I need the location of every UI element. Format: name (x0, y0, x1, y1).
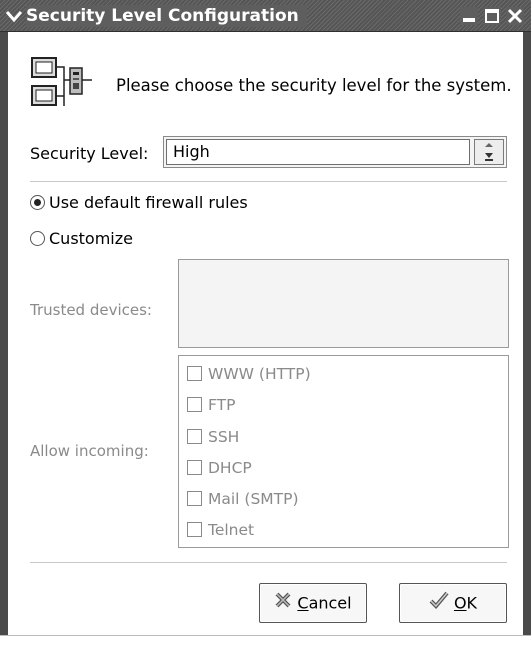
checkbox[interactable] (187, 491, 202, 506)
checkbox[interactable] (187, 397, 202, 412)
ok-mnemonic: O (453, 593, 467, 613)
checkbox[interactable] (187, 522, 202, 537)
checkbox[interactable] (187, 366, 202, 381)
cancel-mnemonic: C (297, 593, 309, 613)
checkbox-www-http-label: WWW (HTTP) (208, 364, 311, 383)
checkbox-dhcp[interactable]: DHCP (187, 457, 252, 477)
separator-top (30, 181, 507, 183)
radio-customize-label: Customize (49, 228, 133, 248)
ok-label: K (466, 593, 478, 613)
window-bottom-edge (0, 635, 531, 646)
cancel-label: ancel (308, 593, 352, 613)
checkbox-telnet[interactable]: Telnet (187, 519, 254, 539)
trusted-devices-label: Trusted devices: (30, 301, 152, 319)
radio-default-firewall-label: Use default firewall rules (49, 192, 248, 212)
cancel-button[interactable]: Cancel (259, 583, 367, 623)
dialog-content: Please choose the security level for the… (8, 32, 523, 636)
security-level-value[interactable]: High (166, 139, 470, 165)
trusted-devices-list (178, 259, 509, 348)
close-icon[interactable] (506, 7, 524, 25)
radio-customize[interactable]: Customize (30, 228, 133, 248)
separator-bottom (30, 562, 507, 564)
window-title: Security Level Configuration (26, 5, 307, 27)
window-menu-icon[interactable] (5, 9, 23, 23)
radio-button[interactable] (30, 195, 45, 210)
checkbox-mail-smtp[interactable]: Mail (SMTP) (187, 488, 299, 508)
checkbox-dhcp-label: DHCP (208, 458, 252, 477)
network-computers-icon (30, 54, 94, 114)
title-bar[interactable]: Security Level Configuration (0, 0, 531, 32)
checkbox[interactable] (187, 429, 202, 444)
checkmark-icon (429, 585, 449, 623)
allow-incoming-label: Allow incoming: (30, 442, 149, 460)
checkbox-ftp[interactable]: FTP (187, 394, 235, 414)
checkbox-www-http[interactable]: WWW (HTTP) (187, 363, 311, 383)
checkbox-ssh[interactable]: SSH (187, 426, 239, 446)
checkbox-mail-smtp-label: Mail (SMTP) (208, 489, 299, 508)
cancel-x-icon (274, 585, 292, 623)
security-level-label: Security Level: (30, 144, 149, 163)
radio-default-firewall[interactable]: Use default firewall rules (30, 192, 248, 212)
maximize-icon[interactable] (483, 7, 501, 25)
checkbox[interactable] (187, 460, 202, 475)
radio-button[interactable] (30, 231, 45, 246)
ok-button[interactable]: OK (399, 583, 507, 623)
header-instruction: Please choose the security level for the… (116, 76, 512, 95)
security-level-select[interactable]: High (163, 136, 507, 168)
minimize-icon[interactable] (460, 7, 478, 25)
chevron-down-icon[interactable] (474, 139, 504, 165)
checkbox-ssh-label: SSH (208, 427, 240, 446)
checkbox-ftp-label: FTP (208, 395, 236, 414)
allow-incoming-list: WWW (HTTP) FTP SSH DHCP Mail (SMTP) Teln… (178, 355, 509, 548)
checkbox-telnet-label: Telnet (208, 520, 255, 539)
